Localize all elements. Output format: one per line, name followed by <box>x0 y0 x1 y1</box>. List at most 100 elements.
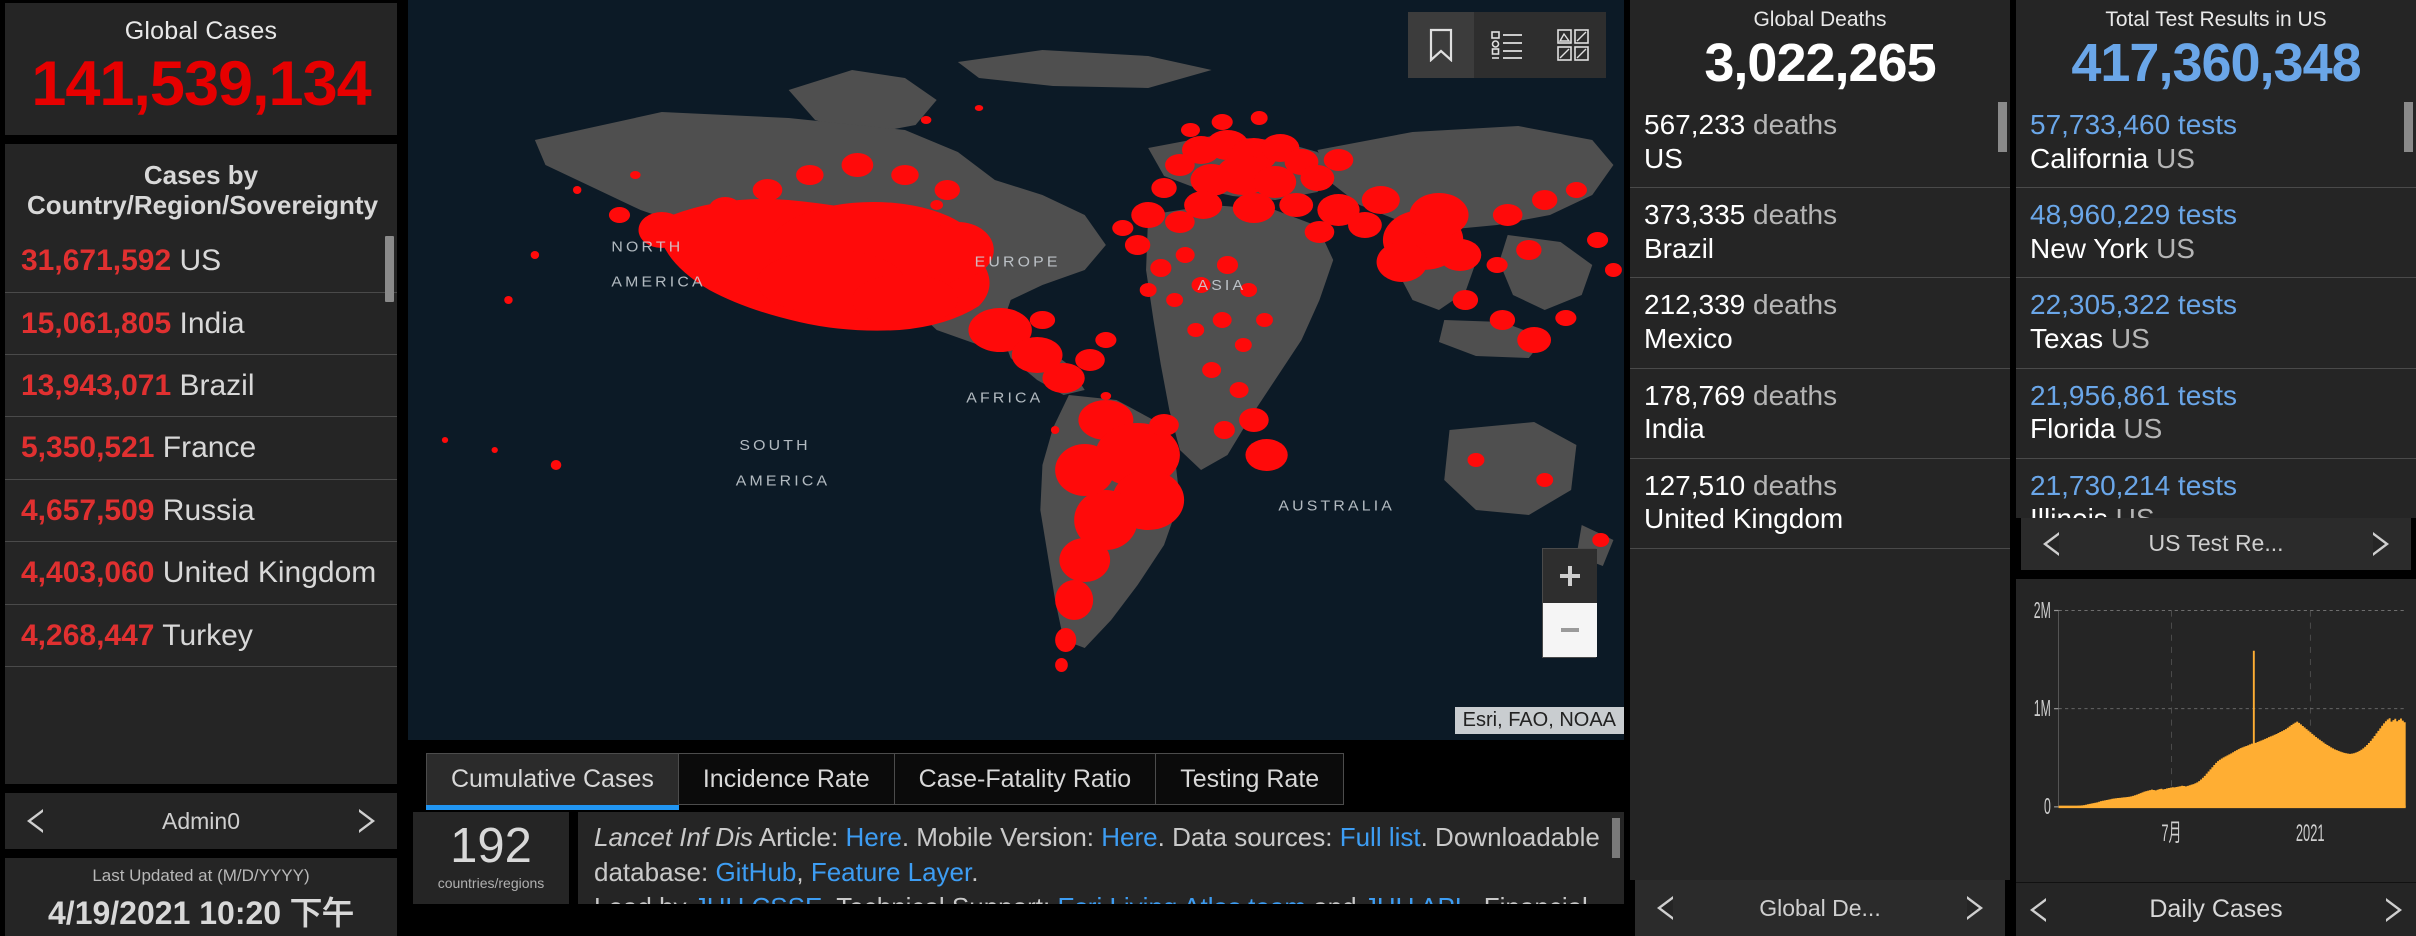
last-updated-label: Last Updated at (M/D/YYYY) <box>92 866 310 885</box>
stat-row[interactable]: 21,956,861 tests Florida US <box>2016 369 2416 459</box>
stat-place: California <box>2030 142 2149 174</box>
us-tests-nav-label: US Test Re... <box>2148 530 2284 557</box>
notes-link[interactable]: Esri Living Atlas team <box>1057 892 1306 904</box>
cases-region-row[interactable]: 31,671,592 US <box>5 230 397 293</box>
minus-icon <box>1561 628 1579 632</box>
stat-row[interactable]: 373,335 deaths Brazil <box>1630 188 2010 279</box>
cases-region-name: US <box>171 244 222 278</box>
cases-region-row[interactable]: 4,403,060 United Kingdom <box>5 542 397 605</box>
stat-row[interactable]: 178,769 deaths India <box>1630 369 2010 459</box>
notes-text: and <box>1306 892 1364 904</box>
chevron-left-icon[interactable] <box>1657 896 1673 920</box>
notes-link[interactable]: GitHub <box>715 857 796 887</box>
notes-link[interactable]: JHU CSSE <box>694 892 823 904</box>
cases-region-name: India <box>171 306 245 340</box>
notes-scrollbar[interactable] <box>1612 818 1620 858</box>
stat-unit: deaths <box>1745 199 1838 231</box>
notes-link[interactable]: Here <box>1101 822 1157 852</box>
chevron-left-icon[interactable] <box>2030 897 2046 922</box>
cases-list-scrollbar[interactable] <box>385 236 394 303</box>
chevron-right-icon[interactable] <box>1967 896 1983 920</box>
chevron-right-icon[interactable] <box>359 809 375 833</box>
bookmarks-button[interactable] <box>1408 12 1474 78</box>
zoom-out-button[interactable] <box>1543 603 1597 657</box>
tab-label: Case-Fatality Ratio <box>918 764 1132 793</box>
stat-row[interactable]: 22,305,322 tests Texas US <box>2016 278 2416 369</box>
tab-incidence-rate[interactable]: Incidence Rate <box>677 753 895 805</box>
stat-place: New York <box>2030 232 2149 264</box>
global-deaths-list[interactable]: 567,233 deaths US 373,335 deaths Brazil 212,… <box>1630 98 2010 880</box>
cases-region-row[interactable]: 15,061,805 India <box>5 293 397 356</box>
cases-region-value: 5,350,521 <box>21 431 155 465</box>
stat-place: Mexico <box>1644 322 1733 354</box>
tab-testing-rate[interactable]: Testing Rate <box>1155 753 1345 805</box>
tab-case-fatality-ratio[interactable]: Case-Fatality Ratio <box>893 753 1157 805</box>
last-updated-value: 4/19/2021 10:20 下午 <box>48 895 354 931</box>
world-map[interactable]: NORTH AMERICA SOUTH AMERICA EUROPE AFRICA ASIA… <box>408 0 1624 740</box>
map-zoom-controls[interactable] <box>1542 548 1597 658</box>
cases-region-name: France <box>154 431 257 465</box>
notes-link[interactable]: JHU APL <box>1364 892 1470 904</box>
countries-count-value: 192 <box>450 819 532 873</box>
map-column: NORTH AMERICA SOUTH AMERICA EUROPE AFRICA ASIA… <box>408 0 1624 936</box>
stat-value: 22,305,322 <box>2030 289 2171 321</box>
notes-text: . <box>971 856 979 887</box>
notes-link[interactable]: Feature Layer <box>811 857 971 887</box>
chevron-right-icon[interactable] <box>2386 897 2402 922</box>
basemap-gallery-button[interactable] <box>1540 12 1606 78</box>
stat-row[interactable]: 57,733,460 tests California US <box>2016 98 2416 189</box>
us-tests-header: Total Test Results in US 417,360,348 <box>2016 0 2416 98</box>
stat-row[interactable]: 21,730,214 tests Illinois US <box>2016 459 2416 518</box>
stat-unit: tests <box>2170 199 2238 231</box>
tab-label: Cumulative Cases <box>451 765 654 793</box>
legend-button[interactable] <box>1474 12 1540 78</box>
cases-by-region-title: Cases by Country/Region/Sovereignty <box>27 160 379 221</box>
admin0-nav[interactable]: Admin0 <box>5 793 397 849</box>
tab-label: Incidence Rate <box>702 764 870 793</box>
chevron-left-icon[interactable] <box>27 809 43 833</box>
zoom-in-button[interactable] <box>1543 549 1597 603</box>
stat-unit: deaths <box>1745 109 1838 140</box>
stat-place: Florida <box>2030 413 2116 445</box>
deaths-list-scrollbar[interactable] <box>1998 102 2007 152</box>
chevron-left-icon[interactable] <box>2043 531 2059 556</box>
notes-text: Lead by <box>594 892 694 904</box>
cases-region-row[interactable]: 5,350,521 France <box>5 417 397 480</box>
map-layer-tabs[interactable]: Cumulative Cases Incidence Rate Case-Fatal… <box>408 747 1624 810</box>
stat-unit: tests <box>2170 469 2238 501</box>
basemap-gallery-icon <box>1557 29 1589 61</box>
tab-cumulative-cases[interactable]: Cumulative Cases <box>426 753 679 810</box>
daily-cases-nav-label: Daily Cases <box>2149 895 2283 923</box>
tests-list-scrollbar[interactable] <box>2404 102 2413 152</box>
global-cases-value: 141,539,134 <box>31 49 371 119</box>
stat-place: India <box>1644 413 1705 445</box>
map-toolbar[interactable] <box>1408 12 1606 78</box>
daily-cases-nav[interactable]: Daily Cases <box>2016 882 2416 936</box>
global-cases-card: Global Cases 141,539,134 <box>5 3 397 135</box>
cases-region-row[interactable]: 4,657,509 Russia <box>5 480 397 543</box>
chevron-right-icon[interactable] <box>2373 531 2389 556</box>
notes-link[interactable]: Here <box>845 822 901 852</box>
stat-row[interactable]: 127,510 deaths United Kingdom <box>1630 459 2010 549</box>
stat-value: 48,960,229 <box>2030 199 2171 231</box>
cases-by-region-list[interactable]: 31,671,592 US 15,061,805 India 13,943,071 … <box>5 230 397 784</box>
notes-panel[interactable]: Lancet Inf Dis Article: Here. Mobile Ver… <box>578 812 1624 904</box>
map-canvas[interactable]: NORTH AMERICA SOUTH AMERICA EUROPE AFRICA ASIA… <box>408 0 1624 740</box>
stat-row[interactable]: 212,339 deaths Mexico <box>1630 278 2010 369</box>
stat-row[interactable]: 48,960,229 tests New York US <box>2016 188 2416 279</box>
continent-label: NORTH <box>611 239 683 256</box>
countries-count-card: 192 countries/regions <box>413 812 569 904</box>
notes-text: . Technical Support: <box>822 892 1057 904</box>
us-tests-list[interactable]: 57,733,460 tests California US 48,960,229 … <box>2016 98 2416 518</box>
cases-region-row[interactable]: 13,943,071 Brazil <box>5 355 397 418</box>
global-deaths-nav[interactable]: Global De... <box>1635 880 2005 936</box>
notes-text: . Mobile Version: <box>901 822 1102 852</box>
cases-region-value: 4,268,447 <box>21 618 155 652</box>
notes-text: Lancet Inf Dis <box>594 822 753 852</box>
cases-region-row[interactable]: 4,268,447 Turkey <box>5 605 397 668</box>
stat-row[interactable]: 567,233 deaths US <box>1630 98 2010 189</box>
notes-link[interactable]: Full list <box>1340 822 1421 852</box>
stat-place: US <box>1644 142 1683 174</box>
us-tests-nav[interactable]: US Test Re... <box>2021 517 2411 570</box>
global-deaths-value: 3,022,265 <box>1704 33 1936 93</box>
